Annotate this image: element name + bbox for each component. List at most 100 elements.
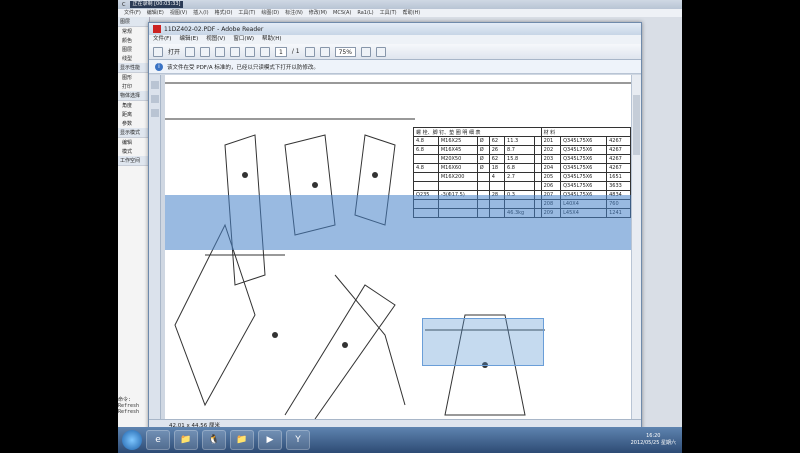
taskbar-app-button[interactable]: ▶ xyxy=(258,430,282,450)
panel-group[interactable]: 显示性能 xyxy=(118,63,149,73)
cad-menu-item[interactable]: 文件(F) xyxy=(124,9,141,17)
clock[interactable]: 16:20 2012/05/25 星期六 xyxy=(631,433,676,447)
recording-badge: 正在录制 [00:03:33] xyxy=(129,1,184,8)
open-folder-icon[interactable] xyxy=(153,46,163,57)
reader-menu-item[interactable]: 帮助(H) xyxy=(262,35,281,44)
cad-menu-item[interactable]: 格式(O) xyxy=(215,9,233,17)
cad-menu-item[interactable]: 编辑(E) xyxy=(147,9,164,17)
open-button[interactable]: 打开 xyxy=(168,47,180,56)
print-icon[interactable] xyxy=(215,46,226,57)
panel-item[interactable]: 图形 xyxy=(118,73,149,82)
table-cell: M16X200 xyxy=(437,172,478,182)
panel-item[interactable]: 常规 xyxy=(118,27,149,36)
table-cell: Q345L75X6 xyxy=(560,163,608,173)
cad-menu-item[interactable]: 标注(N) xyxy=(285,9,303,17)
table-cell xyxy=(533,181,542,191)
table-cell: 4.8 xyxy=(413,163,439,173)
panel-group[interactable]: 物体选择 xyxy=(118,91,149,101)
selection-highlight xyxy=(165,195,631,250)
table-cell: M16X60 xyxy=(437,163,478,173)
save-icon[interactable] xyxy=(200,46,211,57)
pages-icon[interactable] xyxy=(151,81,159,89)
taskbar-app-button[interactable]: 📁 xyxy=(230,430,254,450)
reader-menu-item[interactable]: 文件(F) xyxy=(153,35,171,44)
reader-menu-item[interactable]: 编辑(E) xyxy=(179,35,198,44)
table-row: 206 Q345L75X6 3633 xyxy=(413,181,631,191)
table-cell: 62 xyxy=(488,154,506,164)
table-cell: 6.8 xyxy=(413,145,439,155)
table-cell: Ø xyxy=(476,136,490,146)
table-header-right: 材 料 xyxy=(540,127,631,137)
panel-item[interactable]: 编辑 xyxy=(118,138,149,147)
panel-group[interactable]: 图层 xyxy=(118,17,149,27)
table-cell xyxy=(413,181,439,191)
panel-item[interactable]: 角度 xyxy=(118,101,149,110)
reader-menu-item[interactable]: 视图(V) xyxy=(206,35,225,44)
cad-menu-item[interactable]: 修改(M) xyxy=(309,9,327,17)
panel-item[interactable]: 颜色 xyxy=(118,36,149,45)
cad-command-line[interactable]: 命令: Refresh Refresh xyxy=(118,396,150,415)
table-cell xyxy=(476,172,490,182)
navigation-pane xyxy=(149,75,161,421)
cad-menu-item[interactable]: 插入(I) xyxy=(193,9,208,17)
fit-page-icon[interactable] xyxy=(360,46,371,57)
table-cell: 4267 xyxy=(606,145,631,155)
table-cell: 6.8 xyxy=(504,163,535,173)
table-cell: 4267 xyxy=(606,163,631,173)
table-cell: 2.7 xyxy=(504,172,535,182)
cad-menu-item[interactable]: 帮助(H) xyxy=(403,9,421,17)
cad-title-bar: C 正在录制 [00:03:33] xyxy=(118,0,682,9)
table-cell: M16X25 xyxy=(437,136,478,146)
panel-item[interactable]: 模式 xyxy=(118,147,149,156)
table-cell: 201 xyxy=(540,136,562,146)
table-cell xyxy=(504,181,535,191)
cad-menu-item[interactable]: Ra1(L) xyxy=(357,9,373,17)
table-cell: Q345L75X6 xyxy=(560,172,608,182)
cad-menu-item[interactable]: 视图(V) xyxy=(170,9,187,17)
create-icon[interactable] xyxy=(185,46,196,57)
cad-menu-item[interactable]: 工具(T) xyxy=(238,9,255,17)
clock-date: 2012/05/25 星期六 xyxy=(630,440,676,446)
zoom-in-icon[interactable] xyxy=(319,46,330,57)
taskbar-app-button[interactable]: e xyxy=(146,430,170,450)
taskbar-app-button[interactable]: 🐧 xyxy=(202,430,226,450)
reader-menu-item[interactable]: 窗口(W) xyxy=(233,35,254,44)
panel-item[interactable]: 线型 xyxy=(118,54,149,63)
comments-icon[interactable] xyxy=(151,109,159,117)
taskbar-app-button[interactable]: Y xyxy=(286,430,310,450)
attachments-icon[interactable] xyxy=(151,95,159,103)
cad-menu-item[interactable]: 绘图(D) xyxy=(261,9,279,17)
start-button[interactable] xyxy=(122,430,142,450)
panel-group[interactable]: 工作空间 xyxy=(118,156,149,166)
taskbar: e 📁 🐧 📁 ▶ Y 16:20 2012/05/25 星期六 xyxy=(118,427,682,453)
table-cell: Ø xyxy=(476,154,490,164)
panel-item[interactable]: 距离 xyxy=(118,110,149,119)
next-page-icon[interactable] xyxy=(260,46,271,57)
panel-item[interactable]: 参数 xyxy=(118,119,149,128)
taskbar-app-button[interactable]: 📁 xyxy=(174,430,198,450)
table-cell xyxy=(533,136,542,146)
prev-page-icon[interactable] xyxy=(245,46,256,57)
vertical-scrollbar[interactable] xyxy=(631,75,641,421)
cad-menu-item[interactable]: MCS(A) xyxy=(333,9,351,17)
table-cell: 18 xyxy=(488,163,506,173)
table-cell: 4267 xyxy=(606,136,631,146)
email-icon[interactable] xyxy=(230,46,241,57)
zoom-out-icon[interactable] xyxy=(304,46,315,57)
command-line-text: Refresh xyxy=(118,409,140,415)
fit-width-icon[interactable] xyxy=(375,46,386,57)
cad-menu-item[interactable]: 工具(T) xyxy=(380,9,397,17)
table-cell xyxy=(437,181,478,191)
panel-item[interactable]: 打印 xyxy=(118,82,149,91)
page-number-input[interactable]: 1 xyxy=(275,46,287,57)
table-cell: Ø xyxy=(476,145,490,155)
panel-item[interactable]: 图层 xyxy=(118,45,149,54)
table-cell: 3633 xyxy=(606,181,631,191)
panel-group[interactable]: 显示模式 xyxy=(118,128,149,138)
table-row: 6.8 M16X45 Ø 26 8.7 202 Q345L75X6 4267 xyxy=(413,145,631,155)
table-cell: 8.7 xyxy=(504,145,535,155)
table-cell: 11.3 xyxy=(504,136,535,146)
zoom-select[interactable]: 75% xyxy=(334,46,356,57)
reader-toolbar: 打开 1 / 1 75% xyxy=(149,44,641,60)
cad-properties-panel: 图层 常规 颜色 图层 线型 显示性能 图形 打印 物体选择 角度 距离 参数 显示模式 编辑 模式 工作空间 xyxy=(118,17,150,427)
